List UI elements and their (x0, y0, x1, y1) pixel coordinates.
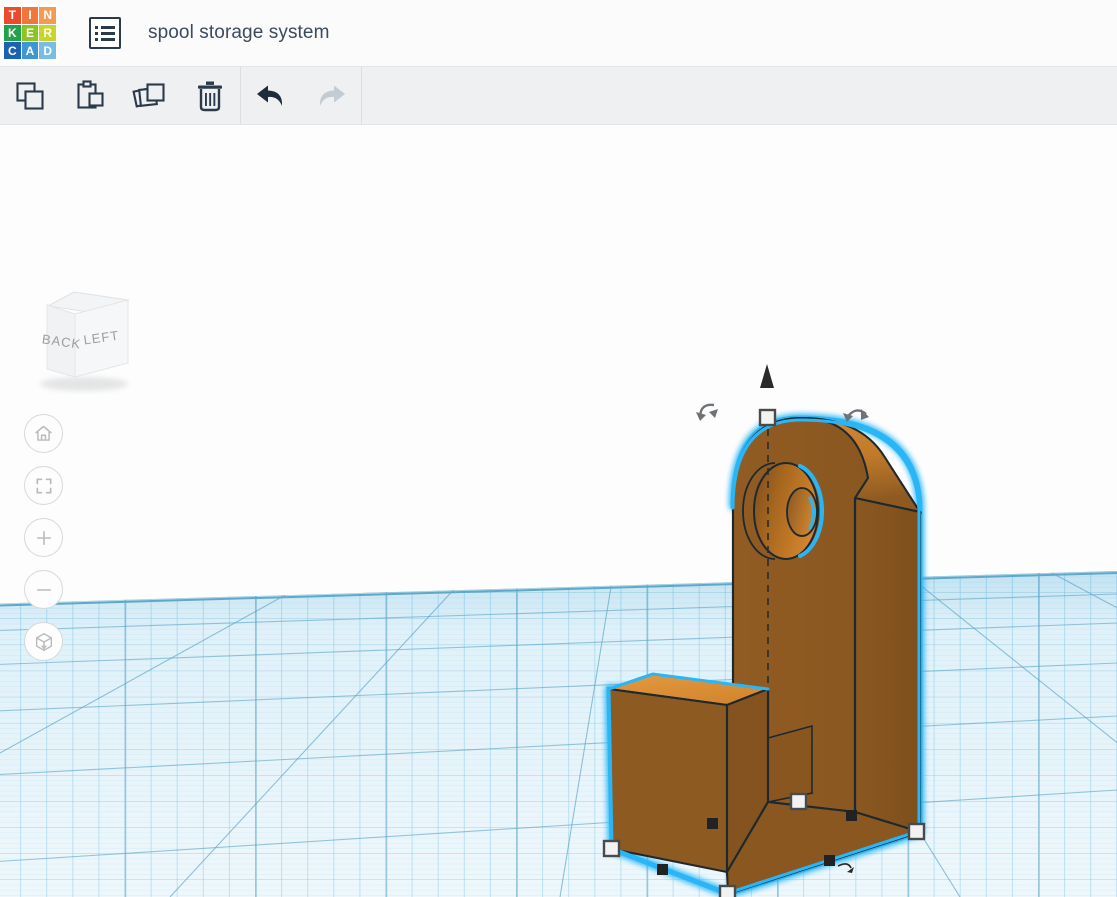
viewport-nav-buttons (24, 414, 63, 661)
menu-line (101, 38, 115, 41)
workplane-grid (0, 488, 1117, 897)
minus-icon (34, 580, 54, 600)
duplicate-button[interactable] (120, 67, 180, 124)
ortho-cube-icon (33, 631, 55, 653)
fit-to-view-button[interactable] (24, 466, 63, 505)
logo-tile-i: I (22, 7, 39, 24)
paste-button[interactable] (60, 67, 120, 124)
midedge-handle-front-right[interactable] (824, 855, 835, 866)
plus-icon (34, 528, 54, 548)
midedge-handle-back-left[interactable] (707, 818, 718, 829)
design-title[interactable]: spool storage system (148, 22, 330, 44)
bin-front-wall-outer-face (609, 689, 727, 872)
delete-button[interactable] (180, 67, 240, 124)
toolbar-spacer (362, 67, 1117, 124)
logo-tile-r: R (39, 25, 56, 42)
tinkercad-app: T I N K E R C A D spool storage sys (0, 0, 1117, 897)
menu-row-2 (95, 32, 115, 35)
redo-arrow-icon (311, 79, 351, 113)
resize-handle-front-corner[interactable] (720, 886, 735, 897)
copy-icon (13, 79, 47, 113)
home-view-button[interactable] (24, 414, 63, 453)
bin-inner-wall (768, 726, 812, 802)
undo-arrow-icon (251, 79, 291, 113)
fit-frame-icon (34, 476, 54, 496)
paste-icon (73, 79, 107, 113)
scene-svg (0, 126, 1117, 897)
logo-tile-c: C (4, 42, 21, 59)
zoom-in-button[interactable] (24, 518, 63, 557)
trash-icon (193, 79, 227, 113)
resize-handle-back-corner[interactable] (791, 794, 806, 809)
height-handle-cone[interactable] (760, 364, 774, 388)
menu-row-1 (95, 26, 115, 29)
logo-tile-d: D (39, 42, 56, 59)
tower-right-face (855, 498, 920, 832)
home-icon (33, 423, 54, 444)
resize-handle-left-corner[interactable] (604, 841, 619, 856)
menu-bullet (95, 26, 98, 29)
tinkercad-logo[interactable]: T I N K E R C A D (1, 4, 59, 62)
menu-bullet (95, 38, 98, 41)
view-cube[interactable]: BACK LEFT (22, 284, 140, 394)
resize-handle-top[interactable] (760, 410, 775, 425)
logo-tile-k: K (4, 25, 21, 42)
logo-tile-a: A (22, 42, 39, 59)
app-header: T I N K E R C A D spool storage sys (0, 0, 1117, 67)
undo-button[interactable] (241, 67, 301, 124)
menu-row-3 (95, 38, 115, 41)
logo-tile-t: T (4, 7, 21, 24)
list-menu-icon[interactable] (89, 17, 121, 49)
midedge-handle-front-left[interactable] (657, 864, 668, 875)
duplicate-icon (132, 78, 168, 114)
redo-button[interactable] (301, 67, 361, 124)
midedge-handle-back-right[interactable] (846, 810, 857, 821)
3d-viewport[interactable]: BACK LEFT (0, 126, 1117, 897)
rotate-arrow-ccw[interactable] (696, 405, 718, 421)
menu-line (101, 32, 115, 35)
edit-toolbar (0, 67, 1117, 125)
copy-button[interactable] (0, 67, 60, 124)
logo-tile-n: N (39, 7, 56, 24)
resize-handle-right-corner[interactable] (909, 824, 924, 839)
rotate-arrow-cw[interactable] (843, 409, 869, 422)
view-cube-shadow (40, 377, 128, 391)
logo-tile-e: E (22, 25, 39, 42)
menu-bullet (95, 32, 98, 35)
projection-toggle-button[interactable] (24, 622, 63, 661)
menu-line (101, 26, 115, 29)
zoom-out-button[interactable] (24, 570, 63, 609)
